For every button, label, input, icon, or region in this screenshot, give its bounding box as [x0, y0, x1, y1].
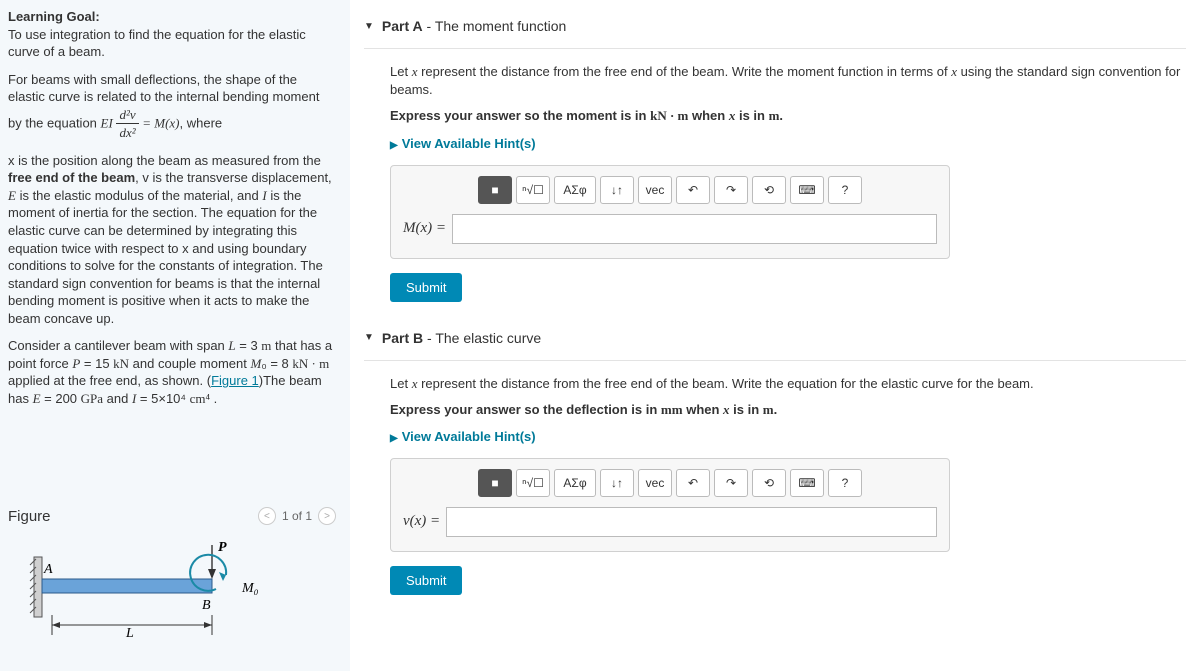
pager-next-button[interactable]: >	[318, 507, 336, 525]
learning-goal-text: To use integration to find the equation …	[8, 27, 306, 60]
tb-undo-button[interactable]: ↶	[676, 469, 710, 497]
tb-help-button[interactable]: ?	[828, 469, 862, 497]
tb-sqrt-button[interactable]: ⁿ√☐	[516, 176, 550, 204]
figure-link[interactable]: Figure 1	[211, 373, 259, 388]
part-b-question: Let x represent the distance from the fr…	[390, 375, 1186, 393]
beam-diagram: A B P M₀ L	[16, 537, 266, 642]
part-a-question: Let x represent the distance from the fr…	[390, 63, 1186, 99]
tb-greek-button[interactable]: ΑΣφ	[554, 176, 596, 204]
part-a-submit-button[interactable]: Submit	[390, 273, 462, 302]
tb-redo-button[interactable]: ↷	[714, 469, 748, 497]
tb-sqrt-button[interactable]: ⁿ√☐	[516, 469, 550, 497]
tb-templates-button[interactable]: ■	[478, 176, 512, 204]
pager-prev-button[interactable]: <	[258, 507, 276, 525]
svg-text:A: A	[43, 562, 53, 577]
part-a-answer-input[interactable]	[452, 214, 937, 244]
part-b-submit-button[interactable]: Submit	[390, 566, 462, 595]
svg-text:M₀: M₀	[241, 581, 259, 596]
figure-title: Figure	[8, 508, 51, 525]
tb-vec-button[interactable]: vec	[638, 469, 672, 497]
caret-right-icon: ▶	[390, 140, 398, 151]
part-b-answer-label: v(x) =	[403, 513, 440, 530]
tb-greek-button[interactable]: ΑΣφ	[554, 469, 596, 497]
part-a-hints-toggle[interactable]: ▶View Available Hint(s)	[390, 136, 1186, 151]
part-a-answer-box: ■ ⁿ√☐ ΑΣφ ↓↑ vec ↶ ↷ ⟲ ⌨ ? M(x) =	[390, 165, 950, 259]
theory-para-2: x is the position along the beam as meas…	[8, 152, 336, 327]
tb-keyboard-button[interactable]: ⌨	[790, 176, 824, 204]
tb-vec-button[interactable]: vec	[638, 176, 672, 204]
svg-text:B: B	[202, 598, 211, 613]
tb-subsup-button[interactable]: ↓↑	[600, 176, 634, 204]
tb-redo-button[interactable]: ↷	[714, 176, 748, 204]
part-a-header[interactable]: ▼ Part A - The moment function	[364, 8, 1186, 49]
tb-reset-button[interactable]: ⟲	[752, 469, 786, 497]
caret-down-icon: ▼	[364, 21, 374, 32]
tb-reset-button[interactable]: ⟲	[752, 176, 786, 204]
part-b-hints-toggle[interactable]: ▶View Available Hint(s)	[390, 429, 1186, 444]
caret-right-icon: ▶	[390, 433, 398, 444]
part-b-answer-box: ■ ⁿ√☐ ΑΣφ ↓↑ vec ↶ ↷ ⟲ ⌨ ? v(x) =	[390, 458, 950, 552]
part-a-express: Express your answer so the moment is in …	[390, 107, 1186, 125]
learning-goal-label: Learning Goal:	[8, 9, 100, 24]
part-b-answer-input[interactable]	[446, 507, 937, 537]
theory-para-1: For beams with small deflections, the sh…	[8, 71, 336, 142]
svg-text:P: P	[218, 540, 227, 555]
svg-text:L: L	[125, 626, 134, 641]
part-b-header[interactable]: ▼ Part B - The elastic curve	[364, 320, 1186, 361]
tb-help-button[interactable]: ?	[828, 176, 862, 204]
tb-subsup-button[interactable]: ↓↑	[600, 469, 634, 497]
tb-undo-button[interactable]: ↶	[676, 176, 710, 204]
tb-keyboard-button[interactable]: ⌨	[790, 469, 824, 497]
caret-down-icon: ▼	[364, 332, 374, 343]
part-a-answer-label: M(x) =	[403, 220, 446, 237]
theory-para-3: Consider a cantilever beam with span L =…	[8, 337, 336, 407]
part-b-express: Express your answer so the deflection is…	[390, 401, 1186, 419]
pager-label: 1 of 1	[282, 509, 312, 523]
tb-templates-button[interactable]: ■	[478, 469, 512, 497]
